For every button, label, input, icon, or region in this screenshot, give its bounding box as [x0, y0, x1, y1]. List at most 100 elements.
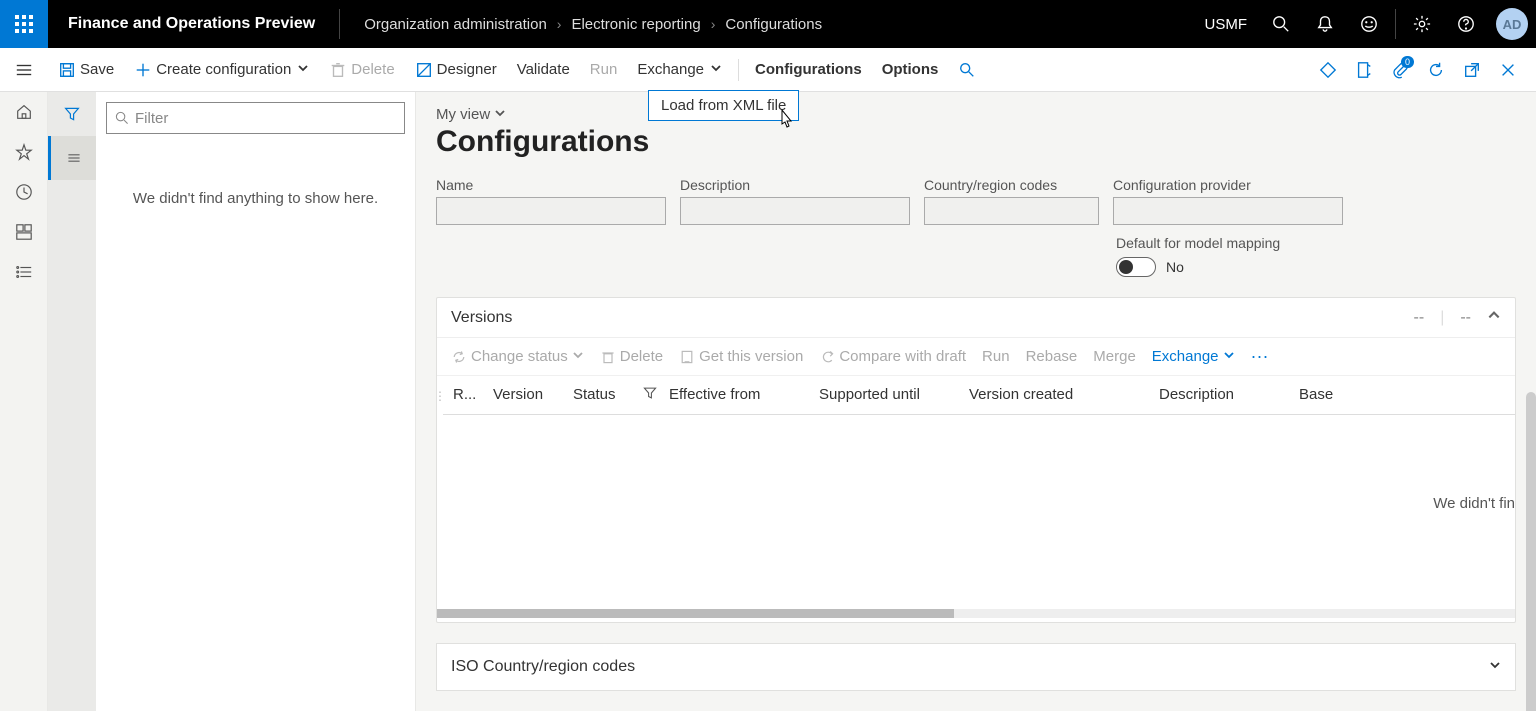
find-button[interactable] — [948, 48, 990, 92]
get-version-button[interactable]: Get this version — [671, 344, 811, 369]
col-base[interactable]: Base — [1289, 386, 1389, 404]
country-label: Country/region codes — [924, 177, 1099, 193]
description-label: Description — [680, 177, 910, 193]
waffle-icon — [14, 14, 34, 34]
save-label: Save — [80, 61, 114, 78]
nav-recent[interactable] — [0, 172, 48, 212]
ellipsis-icon: ··· — [1251, 346, 1269, 366]
col-r[interactable]: R... — [443, 386, 483, 404]
attachment-count: 0 — [1401, 56, 1414, 68]
nav-home[interactable] — [0, 92, 48, 132]
save-icon — [58, 61, 76, 79]
nav-favorites[interactable] — [0, 132, 48, 172]
iso-panel-title: ISO Country/region codes — [451, 658, 635, 676]
provider-input[interactable] — [1113, 197, 1343, 225]
save-button[interactable]: Save — [48, 48, 124, 92]
company-picker[interactable]: USMF — [1205, 16, 1248, 33]
rebase-button[interactable]: Rebase — [1018, 344, 1086, 369]
app-launcher-button[interactable] — [0, 0, 48, 48]
nav-modules[interactable] — [0, 252, 48, 292]
name-label: Name — [436, 177, 666, 193]
versions-exchange-button[interactable]: Exchange — [1144, 344, 1243, 369]
content-vertical-scrollbar[interactable] — [1526, 392, 1536, 711]
col-status[interactable]: Status — [563, 386, 633, 404]
default-mapping-toggle[interactable]: No — [1116, 257, 1516, 277]
configurations-tab[interactable]: Configurations — [745, 48, 872, 92]
attachments-button[interactable]: 0 — [1382, 48, 1418, 92]
col-filter-button[interactable] — [633, 386, 659, 404]
versions-run-button[interactable]: Run — [974, 344, 1018, 369]
filter-tab-funnel[interactable] — [48, 92, 96, 136]
merge-label: Merge — [1093, 348, 1136, 365]
actionbar-right: 0 — [1310, 48, 1536, 92]
close-button[interactable] — [1490, 48, 1526, 92]
description-input[interactable] — [680, 197, 910, 225]
popout-button[interactable] — [1454, 48, 1490, 92]
breadcrumb-electronic-reporting[interactable]: Electronic reporting — [571, 16, 700, 33]
filter-input[interactable] — [135, 110, 396, 127]
field-description: Description — [680, 177, 910, 225]
compare-icon — [819, 349, 835, 365]
default-mapping-row: Default for model mapping No — [1116, 235, 1516, 277]
iso-panel[interactable]: ISO Country/region codes — [436, 643, 1516, 691]
help-button[interactable] — [1444, 0, 1488, 48]
grid-body: We didn't fin — [437, 415, 1515, 605]
compare-button[interactable]: Compare with draft — [811, 344, 974, 369]
left-nav-rail — [0, 92, 48, 711]
options-tab[interactable]: Options — [872, 48, 949, 92]
versions-header-action-2[interactable]: -- — [1460, 309, 1471, 327]
filter-box[interactable] — [106, 102, 405, 134]
trash-icon — [600, 349, 616, 365]
chevron-down-icon — [572, 348, 584, 365]
view-selector[interactable]: My view — [436, 106, 1516, 123]
settings-button[interactable] — [1400, 0, 1444, 48]
smiley-icon — [1360, 15, 1378, 33]
divider — [738, 59, 739, 81]
user-avatar[interactable]: AD — [1488, 0, 1536, 48]
breadcrumb-org-admin[interactable]: Organization administration — [364, 16, 547, 33]
toggle-knob — [1119, 260, 1133, 274]
run-button[interactable]: Run — [580, 48, 628, 92]
col-description[interactable]: Description — [1149, 386, 1289, 404]
nav-toggle-button[interactable] — [0, 48, 48, 92]
versions-header[interactable]: Versions -- | -- — [437, 298, 1515, 338]
grid-horizontal-scrollbar[interactable] — [437, 609, 1515, 618]
col-effective-from[interactable]: Effective from — [659, 386, 809, 404]
clock-icon — [15, 183, 33, 201]
versions-header-action-1[interactable]: -- — [1414, 309, 1425, 327]
chevron-down-icon — [494, 106, 506, 123]
page-title: Configurations — [436, 125, 1516, 159]
breadcrumb-configurations[interactable]: Configurations — [725, 16, 822, 33]
office-addin-button[interactable] — [1346, 48, 1382, 92]
versions-delete-button[interactable]: Delete — [592, 344, 671, 369]
designer-button[interactable]: Designer — [405, 48, 507, 92]
validate-button[interactable]: Validate — [507, 48, 580, 92]
collapse-button[interactable] — [1487, 308, 1501, 327]
change-status-button[interactable]: Change status — [443, 344, 592, 369]
nav-workspaces[interactable] — [0, 212, 48, 252]
action-pane: Save Create configuration Delete Designe… — [0, 48, 1536, 92]
bell-icon — [1316, 15, 1334, 33]
versions-exchange-label: Exchange — [1152, 348, 1219, 365]
col-version[interactable]: Version — [483, 386, 563, 404]
search-button[interactable] — [1259, 0, 1303, 48]
delete-button[interactable]: Delete — [319, 48, 404, 92]
toggle-value: No — [1166, 259, 1184, 275]
filter-tab-list[interactable] — [48, 136, 96, 180]
expand-button[interactable] — [1489, 658, 1501, 676]
feedback-button[interactable] — [1347, 0, 1391, 48]
col-supported-until[interactable]: Supported until — [809, 386, 959, 404]
country-input[interactable] — [924, 197, 1099, 225]
name-input[interactable] — [436, 197, 666, 225]
more-actions-button[interactable]: ··· — [1243, 346, 1277, 367]
divider — [339, 9, 340, 39]
close-icon — [1499, 61, 1517, 79]
col-version-created[interactable]: Version created — [959, 386, 1149, 404]
exchange-button[interactable]: Exchange — [627, 48, 732, 92]
refresh-button[interactable] — [1418, 48, 1454, 92]
merge-button[interactable]: Merge — [1085, 344, 1144, 369]
notifications-button[interactable] — [1303, 0, 1347, 48]
create-configuration-button[interactable]: Create configuration — [124, 48, 319, 92]
scrollbar-thumb[interactable] — [437, 609, 954, 618]
pin-button[interactable] — [1310, 48, 1346, 92]
